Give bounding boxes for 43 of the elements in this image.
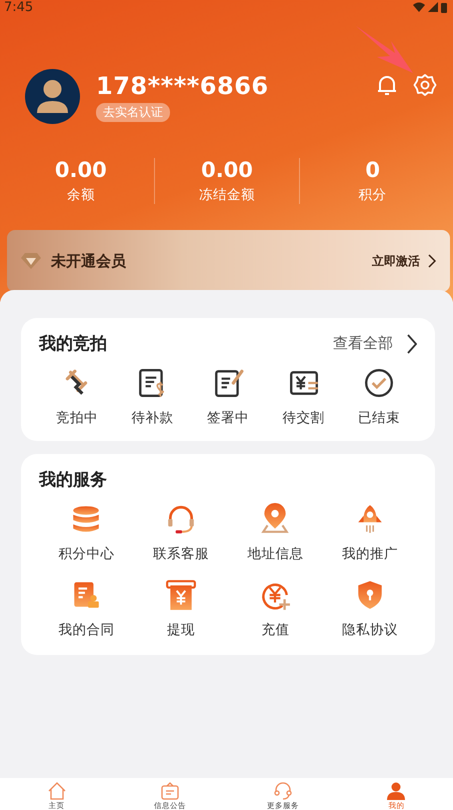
bell-icon[interactable] — [375, 73, 399, 97]
wifi-icon — [413, 2, 425, 12]
phone-number: 178****6866 — [96, 72, 269, 100]
stat-value: 0 — [365, 158, 380, 182]
auction-status-item[interactable]: 竞拍中 — [39, 367, 115, 427]
check-circle-icon — [363, 367, 396, 399]
stat-label: 积分 — [358, 186, 387, 204]
pointer-arrow — [355, 25, 415, 75]
location-pin-icon — [259, 503, 292, 535]
stat-label: 冻结金额 — [198, 186, 255, 204]
membership-title: 未开通会员 — [51, 252, 127, 270]
service-item[interactable]: 我的合同 — [39, 579, 134, 639]
service-item[interactable]: 积分中心 — [39, 503, 134, 563]
service-item[interactable]: 地址信息 — [228, 503, 322, 563]
stat-value: 0.00 — [54, 158, 107, 182]
auction-status-item[interactable]: 已结束 — [341, 367, 417, 427]
service-item[interactable]: 隐私协议 — [322, 579, 417, 639]
notice-board-icon — [158, 780, 181, 801]
status-time: 7:45 — [4, 0, 34, 14]
signal-icon — [428, 2, 438, 12]
headset-icon — [272, 780, 294, 801]
diamond-icon — [21, 253, 41, 269]
section-title: 我的服务 — [39, 469, 107, 491]
activate-link[interactable]: 立即激活 — [372, 252, 436, 270]
section-title: 我的竞拍 — [39, 333, 107, 355]
avatar-icon[interactable] — [25, 69, 80, 124]
service-item[interactable]: 联系客服 — [134, 503, 228, 563]
person-icon — [385, 780, 408, 801]
auction-status-item[interactable]: 待补款 — [114, 367, 190, 427]
service-item[interactable]: 提现 — [134, 579, 228, 639]
battery-icon — [441, 2, 447, 12]
chevron-right-icon — [428, 254, 436, 268]
service-item[interactable]: 充值 — [228, 579, 322, 639]
auction-status-item[interactable]: 签署中 — [190, 367, 266, 427]
stat-label: 余额 — [66, 186, 95, 204]
view-all-link[interactable]: 查看全部 — [333, 334, 417, 354]
service-item[interactable]: 我的推广 — [322, 503, 417, 563]
auction-status-item[interactable]: 待交割 — [266, 367, 342, 427]
membership-banner[interactable]: 未开通会员 立即激活 — [7, 230, 450, 292]
stat-value: 0.00 — [201, 158, 253, 182]
chevron-right-icon — [407, 334, 417, 354]
settings-icon[interactable] — [413, 73, 437, 97]
cash-slip-icon — [164, 579, 197, 611]
